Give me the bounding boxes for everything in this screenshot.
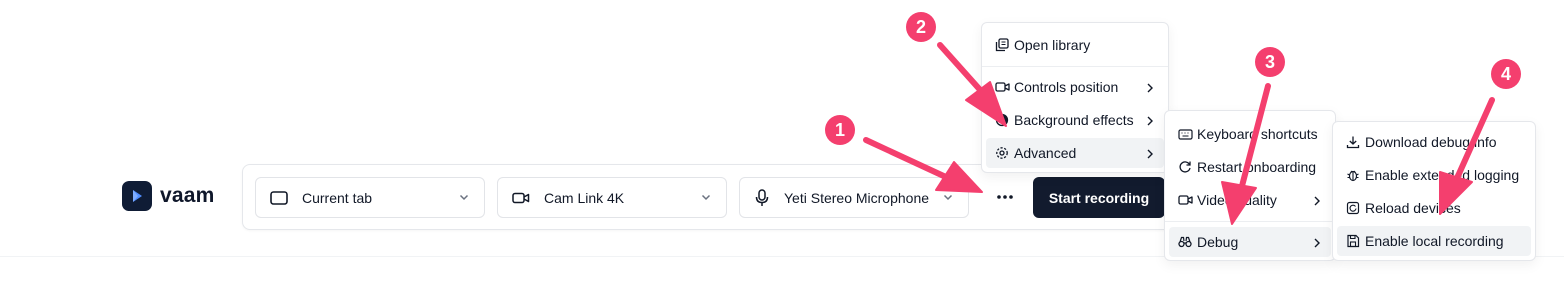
menu-item-reload-devices[interactable]: Reload devices — [1337, 193, 1531, 223]
menu-separator — [1165, 221, 1335, 222]
menu-item-label: Background effects — [1014, 112, 1134, 128]
menu-separator — [982, 66, 1168, 67]
app-logo: vaam — [122, 181, 215, 211]
screen-icon — [270, 190, 288, 205]
chevron-right-icon — [1146, 81, 1154, 97]
microphone-select[interactable]: Yeti Stereo Microphone — [739, 177, 969, 218]
menu-item-controls-position[interactable]: Controls position — [986, 72, 1164, 102]
annotation-badge: 3 — [1255, 47, 1285, 77]
chevron-right-icon — [1146, 114, 1154, 130]
camera-select-value: Cam Link 4K — [544, 189, 625, 206]
menu-item-enable-local-recording[interactable]: Enable local recording — [1337, 226, 1531, 256]
menu-item-advanced[interactable]: Advanced — [986, 138, 1164, 168]
bug-icon — [1345, 168, 1361, 182]
source-select-value: Current tab — [302, 189, 373, 206]
chevron-right-icon — [1146, 147, 1154, 163]
save-icon — [1345, 234, 1361, 248]
camera-select[interactable]: Cam Link 4K — [497, 177, 727, 218]
chevron-down-icon — [700, 190, 712, 206]
annotation-badge: 2 — [906, 12, 936, 42]
menu-item-enable-extended-logging[interactable]: Enable extended logging — [1337, 160, 1531, 190]
logo-mark-icon — [122, 181, 152, 211]
advanced-submenu: Keyboard shortcuts Restart onboarding Vi… — [1164, 110, 1336, 261]
chevron-down-icon — [458, 190, 470, 206]
menu-item-label: Controls position — [1014, 79, 1119, 95]
menu-item-debug[interactable]: Debug — [1169, 227, 1331, 257]
menu-item-label: Reload devices — [1365, 200, 1461, 216]
recording-toolbar: Current tab Cam Link 4K Yeti Stereo Micr… — [242, 164, 1176, 230]
download-icon — [1345, 135, 1361, 149]
chevron-right-icon — [1313, 236, 1321, 252]
debug-submenu: Download debug info Enable extended logg… — [1332, 121, 1536, 261]
menu-item-label: Open library — [1014, 37, 1091, 53]
menu-item-restart-onboarding[interactable]: Restart onboarding — [1169, 152, 1331, 182]
contrast-icon — [994, 113, 1010, 127]
options-menu: Open library Controls position Backgroun… — [981, 22, 1169, 173]
menu-item-keyboard-shortcuts[interactable]: Keyboard shortcuts — [1169, 119, 1331, 149]
binoculars-icon — [1177, 236, 1193, 248]
restart-icon — [1177, 160, 1193, 174]
microphone-icon — [754, 188, 770, 207]
annotation-badge: 1 — [825, 115, 855, 145]
menu-item-label: Restart onboarding — [1197, 159, 1317, 175]
menu-item-label: Download debug info — [1365, 134, 1497, 150]
more-horizontal-icon — [997, 195, 1013, 199]
library-icon — [994, 38, 1010, 52]
menu-item-background-effects[interactable]: Background effects — [986, 105, 1164, 135]
settings-icon — [994, 146, 1010, 160]
menu-item-label: Advanced — [1014, 145, 1077, 161]
menu-item-label: Video quality — [1197, 192, 1277, 208]
chevron-down-icon — [942, 190, 954, 206]
menu-item-download-debug-info[interactable]: Download debug info — [1337, 127, 1531, 157]
annotation-badge: 4 — [1491, 59, 1521, 89]
chevron-right-icon — [1313, 194, 1321, 210]
video-camera-icon — [512, 191, 530, 205]
more-options-button[interactable] — [991, 183, 1019, 211]
menu-item-label: Debug — [1197, 234, 1239, 250]
video-icon — [1177, 194, 1193, 206]
menu-item-label: Enable local recording — [1365, 233, 1504, 249]
reload-icon — [1345, 201, 1361, 215]
logo-text: vaam — [160, 184, 215, 207]
keyboard-icon — [1177, 128, 1193, 140]
source-select[interactable]: Current tab — [255, 177, 485, 218]
menu-item-label: Enable extended logging — [1365, 167, 1520, 183]
microphone-select-value: Yeti Stereo Microphone — [784, 189, 930, 206]
menu-item-open-library[interactable]: Open library — [986, 30, 1164, 60]
menu-item-video-quality[interactable]: Video quality — [1169, 185, 1331, 215]
start-recording-button[interactable]: Start recording — [1033, 177, 1165, 218]
menu-item-label: Keyboard shortcuts — [1197, 126, 1318, 142]
video-icon — [994, 81, 1010, 93]
